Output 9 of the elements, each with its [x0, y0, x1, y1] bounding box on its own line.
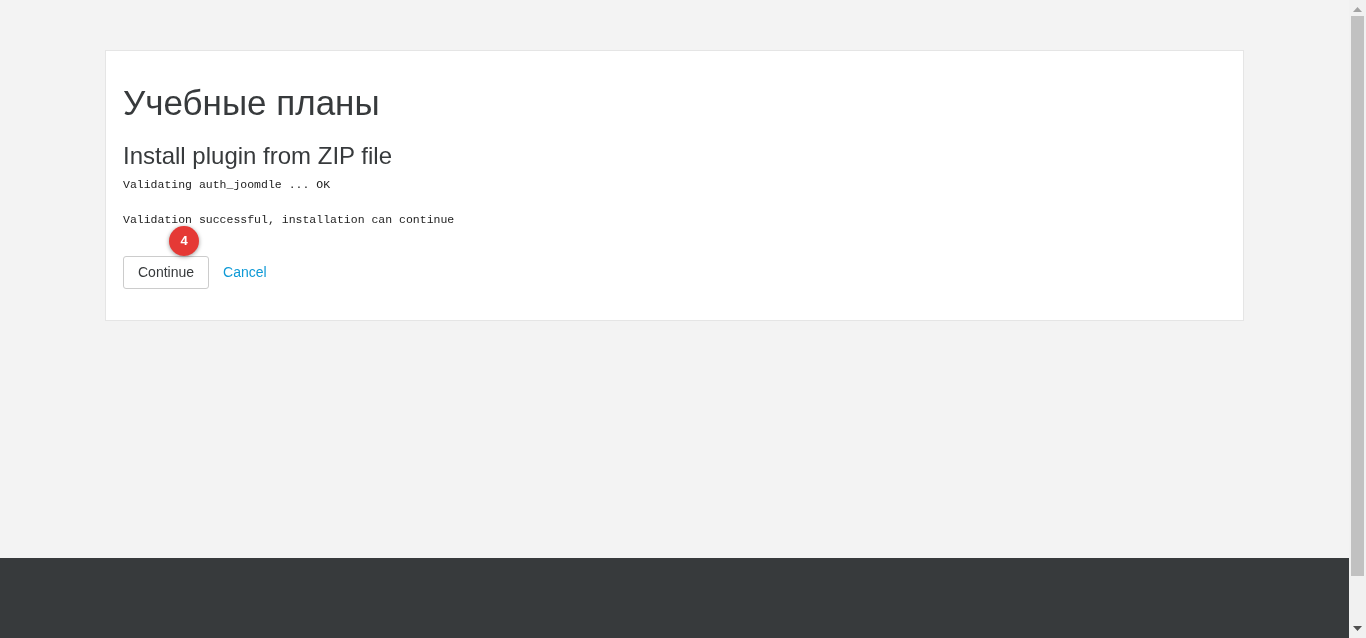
status-message: Validation successful, installation can continue: [123, 212, 456, 228]
continue-button[interactable]: Continue: [123, 256, 210, 289]
scrollbar-thumb[interactable]: [1351, 16, 1364, 576]
page-title: Учебные планы: [123, 82, 381, 124]
status-message: Validating auth_joomdle ... OK: [123, 177, 332, 193]
step-badge: 4: [169, 226, 199, 256]
section-title: Install plugin from ZIP file: [123, 141, 393, 171]
scroll-down-icon[interactable]: [1353, 626, 1362, 631]
scroll-up-icon[interactable]: [1353, 7, 1362, 12]
